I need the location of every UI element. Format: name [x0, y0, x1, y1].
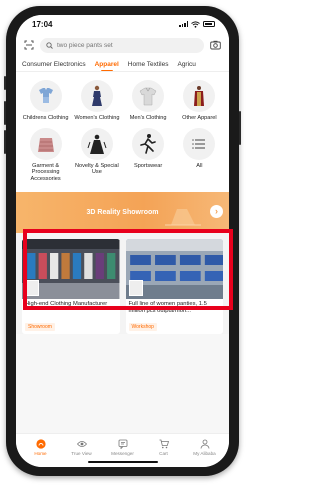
volume-down-button [4, 130, 6, 154]
showroom-banner-wrap: 3D Reality Showroom › [16, 188, 229, 233]
message-icon [118, 439, 127, 449]
search-input[interactable] [57, 41, 177, 49]
card-tag: Showroom [25, 323, 55, 331]
menu-list-icon [192, 138, 206, 149]
subcategory-grid: Childrens Clothing Women's Clothing Men'… [16, 72, 229, 188]
banner-title: 3D Reality Showroom [86, 209, 159, 216]
home-indicator[interactable] [87, 460, 158, 463]
tab-agriculture[interactable]: Agricu [177, 61, 195, 68]
highlight-box [23, 229, 233, 310]
nav-home[interactable]: Home [26, 439, 56, 456]
tab-home-textiles[interactable]: Home Textiles [128, 61, 169, 68]
signal-icon [179, 21, 188, 27]
tab-apparel[interactable]: Apparel [95, 61, 119, 71]
eye-icon [76, 441, 87, 447]
category-tabs: Consumer Electronics Apparel Home Textil… [16, 57, 229, 72]
sportswear-icon [140, 133, 156, 154]
status-time: 17:04 [32, 19, 53, 29]
category-all[interactable]: All [174, 127, 225, 183]
category-childrens-clothing[interactable]: Childrens Clothing [20, 80, 71, 122]
category-sportswear[interactable]: Sportswear [123, 127, 174, 183]
card-tag: Workshop [128, 323, 157, 331]
camera-icon[interactable] [210, 40, 221, 50]
garment-accessory-icon [37, 137, 54, 152]
chevron-right-icon[interactable]: › [210, 205, 223, 218]
power-button [239, 111, 241, 145]
category-womens-clothing[interactable]: Women's Clothing [71, 80, 122, 122]
nav-true-view[interactable]: True View [67, 439, 97, 456]
mute-switch [4, 76, 6, 90]
battery-icon [203, 21, 215, 27]
status-bar: 17:04 [16, 15, 229, 33]
showroom-shape-icon [165, 209, 201, 226]
other-apparel-icon [194, 86, 205, 106]
search-row [16, 33, 229, 57]
volume-up-button [4, 101, 6, 125]
nav-my-alibaba[interactable]: My Alibaba [190, 439, 220, 456]
category-other-apparel[interactable]: Other Apparel [174, 80, 225, 122]
cart-icon [159, 439, 169, 449]
category-mens-clothing[interactable]: Men's Clothing [123, 80, 174, 122]
womens-dress-icon [91, 85, 102, 106]
user-icon [200, 439, 209, 449]
nav-messenger[interactable]: Messenger [108, 439, 138, 456]
status-icons [179, 20, 215, 28]
children-clothing-icon [38, 88, 53, 103]
search-box[interactable] [40, 37, 204, 53]
showroom-banner[interactable]: 3D Reality Showroom › [16, 192, 229, 233]
category-novelty-special-use[interactable]: Novelty & Special Use [71, 127, 122, 183]
wifi-icon [191, 20, 200, 28]
nav-cart[interactable]: Cart [149, 439, 179, 456]
mens-shirt-icon [139, 87, 157, 106]
category-garment-accessories[interactable]: Garment & Processing Accessories [20, 127, 71, 183]
search-icon [46, 41, 53, 49]
tab-consumer-electronics[interactable]: Consumer Electronics [22, 61, 86, 68]
bottom-nav: Home True View Messenger Cart My Alibaba [16, 433, 229, 467]
costume-icon [87, 134, 107, 154]
home-icon [35, 439, 46, 449]
scan-icon[interactable] [24, 40, 34, 50]
